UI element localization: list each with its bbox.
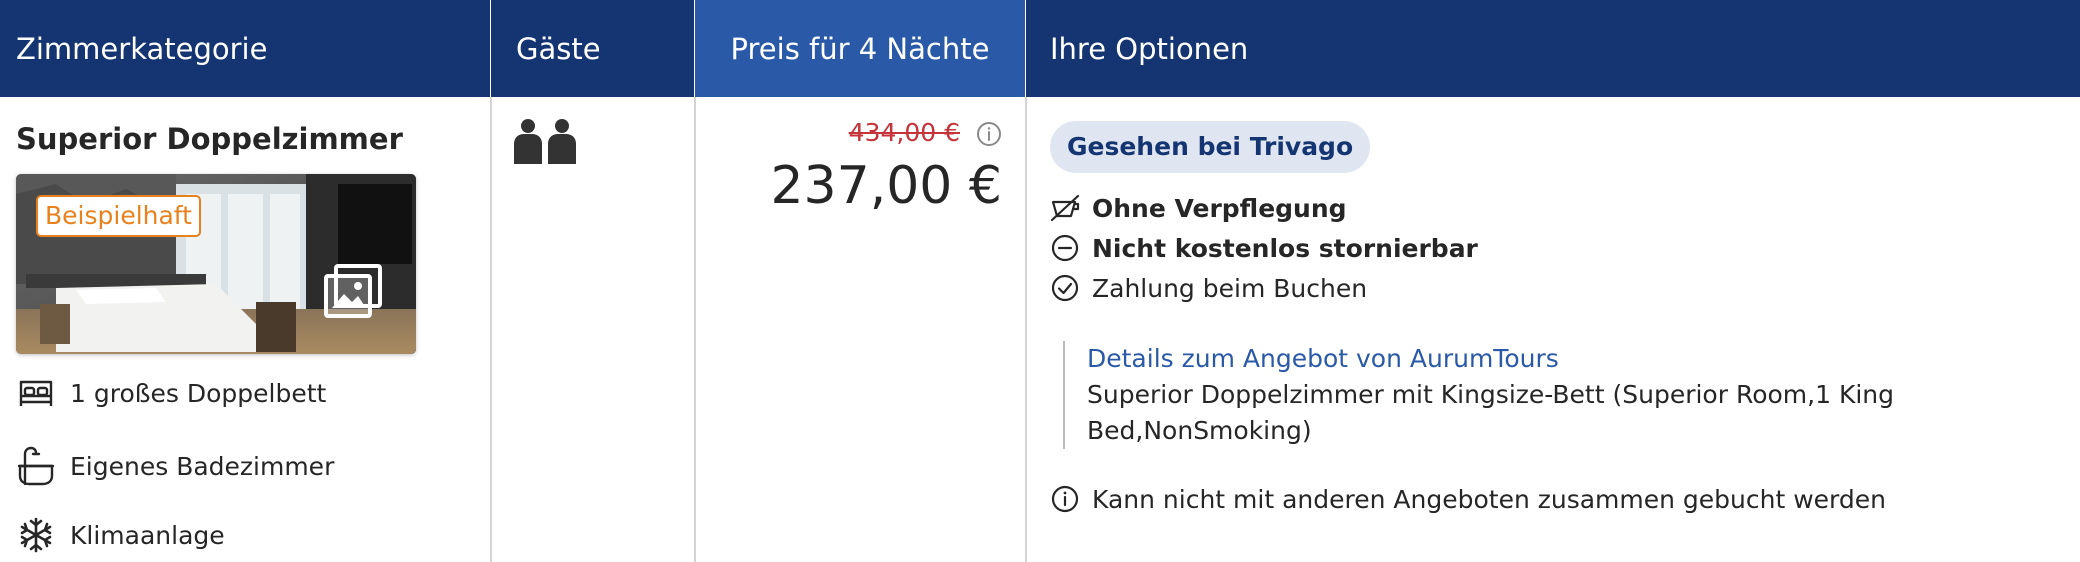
amenity-label: 1 großes Doppelbett: [70, 378, 327, 408]
two-persons-icon: [514, 118, 580, 164]
header-guests-label: Gäste: [516, 31, 601, 66]
option-label: Zahlung beim Buchen: [1092, 273, 1368, 303]
amenity-bathroom: Eigenes Badezimmer: [16, 446, 334, 486]
amenity-label: Eigenes Badezimmer: [70, 451, 335, 481]
option-label: Nicht kostenlos stornierbar: [1092, 233, 1478, 263]
booking-note: Kann nicht mit anderen Angeboten zusamme…: [1050, 484, 1886, 514]
header-price: Preis für 4 Nächte: [695, 0, 1025, 97]
room-title[interactable]: Superior Doppelzimmer: [16, 122, 403, 156]
trivago-source-badge: Gesehen bei Trivago: [1050, 121, 1371, 173]
header-guests: Gäste: [491, 0, 694, 97]
info-icon: [1050, 484, 1080, 514]
example-photo-badge: Beispielhaft: [36, 195, 201, 237]
no-meal-icon: [1050, 193, 1080, 223]
bed-icon: [16, 373, 56, 413]
offer-details-text: Superior Doppelzimmer mit Kingsize-Bett …: [1087, 380, 1894, 445]
gallery-icon[interactable]: [322, 264, 384, 322]
header-room-category-label: Zimmerkategorie: [16, 31, 268, 66]
check-circle-icon: [1050, 273, 1080, 303]
current-price: 237,00 €: [770, 156, 1002, 216]
old-price: 434,00 €: [848, 118, 960, 147]
header-options-label: Ihre Optionen: [1050, 31, 1249, 66]
amenity-bed: 1 großes Doppelbett: [16, 373, 326, 413]
option-payment: Zahlung beim Buchen: [1050, 273, 1367, 303]
booking-note-label: Kann nicht mit anderen Angeboten zusamme…: [1092, 484, 1886, 514]
amenity-aircon: Klimaanlage: [16, 515, 225, 555]
price-info-icon[interactable]: [976, 121, 1002, 147]
option-label: Ohne Verpflegung: [1092, 193, 1347, 223]
offer-details-box: Details zum Angebot von AurumTours Super…: [1063, 341, 1963, 449]
option-meal: Ohne Verpflegung: [1050, 193, 1347, 223]
header-price-label: Preis für 4 Nächte: [730, 31, 990, 66]
minus-circle-icon: [1050, 233, 1080, 263]
room-offer-table: Zimmerkategorie Gäste Preis für 4 Nächte…: [0, 0, 2080, 562]
header-options: Ihre Optionen: [1026, 0, 2080, 97]
offer-details-link[interactable]: Details zum Angebot von AurumTours: [1087, 341, 1963, 377]
option-cancellation: Nicht kostenlos stornierbar: [1050, 233, 1478, 263]
column-divider: [490, 97, 492, 562]
header-room-category: Zimmerkategorie: [0, 0, 490, 97]
column-divider: [1025, 97, 1027, 562]
snowflake-icon: [16, 515, 56, 555]
bathroom-icon: [16, 446, 56, 486]
amenity-label: Klimaanlage: [70, 520, 225, 550]
column-divider: [694, 97, 696, 562]
